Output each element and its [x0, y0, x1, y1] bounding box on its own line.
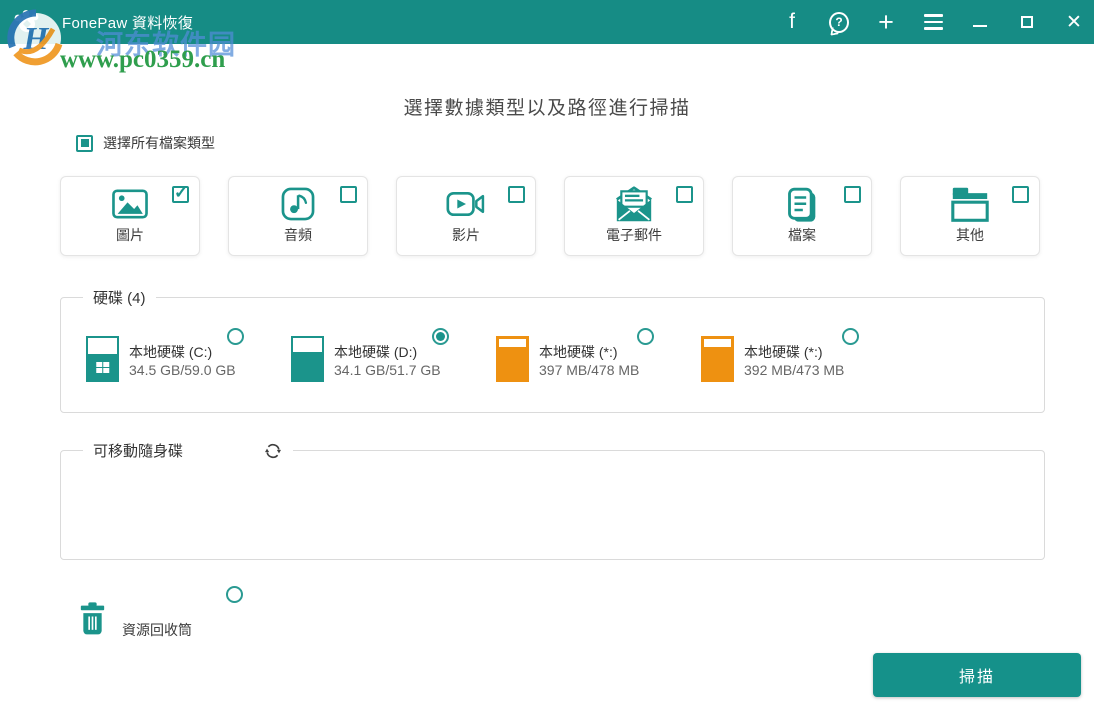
card-label: 電子郵件	[606, 227, 662, 243]
select-all-file-types[interactable]: 選擇所有檔案類型	[76, 133, 1094, 153]
refresh-icon[interactable]	[263, 441, 283, 461]
card-label: 影片	[452, 227, 480, 243]
document-icon	[782, 185, 822, 230]
select-all-checkbox[interactable]	[76, 134, 93, 152]
card-audio[interactable]: 音頻	[228, 176, 368, 256]
hdd-legend-text: 硬碟 (4)	[93, 290, 146, 307]
images-checkbox[interactable]	[172, 183, 189, 203]
file-type-cards: 圖片 音頻 影片	[60, 176, 1094, 256]
drive-name: 本地硬碟 (*:)	[539, 344, 618, 360]
drive-d[interactable]: 本地硬碟 (D:) 34.1 GB/51.7 GB	[291, 328, 496, 382]
drive-name: 本地硬碟 (C:)	[129, 344, 213, 360]
card-documents[interactable]: 檔案	[732, 176, 872, 256]
hdd-drive-list: 本地硬碟 (C:) 34.5 GB/59.0 GB 本地硬碟 (D:) 34.1…	[61, 298, 1044, 382]
video-icon	[445, 185, 487, 228]
hdd-section-legend: 硬碟 (4)	[83, 287, 156, 308]
hard-drive-icon	[291, 336, 324, 382]
drive-star-1-radio[interactable]	[637, 328, 654, 345]
card-other[interactable]: 其他	[900, 176, 1040, 256]
drive-capacity: 397 MB/478 MB	[539, 362, 640, 378]
watermark-site-url: www.pc0359.cn	[60, 46, 226, 73]
facebook-icon[interactable]: f	[782, 10, 802, 34]
recycle-bin-label: 資源回收筒	[122, 622, 192, 638]
pc0359-watermark-logo-icon: H	[7, 9, 65, 72]
select-all-label: 選擇所有檔案類型	[103, 135, 215, 151]
drive-c-radio[interactable]	[227, 328, 244, 345]
folder-icon	[948, 185, 992, 228]
removable-section: 可移動隨身碟	[60, 440, 1045, 560]
page-title: 選擇數據類型以及路徑進行掃描	[403, 98, 691, 119]
card-label: 檔案	[788, 227, 816, 243]
card-video[interactable]: 影片	[396, 176, 536, 256]
video-checkbox[interactable]	[508, 186, 525, 203]
drive-name: 本地硬碟 (D:)	[334, 344, 418, 360]
drive-star-2-radio[interactable]	[842, 328, 859, 345]
drive-star-2[interactable]: 本地硬碟 (*:) 392 MB/473 MB	[701, 328, 906, 382]
drive-name: 本地硬碟 (*:)	[744, 344, 823, 360]
other-checkbox[interactable]	[1012, 186, 1029, 203]
hard-drive-icon	[496, 336, 529, 382]
maximize-button[interactable]	[1017, 10, 1037, 34]
removable-section-legend: 可移動隨身碟	[83, 440, 294, 461]
audio-icon	[279, 185, 317, 228]
hard-drive-icon	[86, 336, 119, 382]
trash-icon	[80, 602, 105, 641]
windows-logo-icon	[95, 361, 110, 373]
plus-icon[interactable]: +	[876, 9, 896, 36]
email-icon	[612, 185, 656, 228]
documents-checkbox[interactable]	[844, 186, 861, 203]
drive-c[interactable]: 本地硬碟 (C:) 34.5 GB/59.0 GB	[86, 328, 291, 382]
hdd-section: 硬碟 (4) 本地硬碟 (C:) 34.5 GB/59.0 GB 本地硬碟 (D…	[60, 287, 1045, 413]
hard-drive-icon	[701, 336, 734, 382]
card-email[interactable]: 電子郵件	[564, 176, 704, 256]
image-icon	[110, 185, 150, 228]
help-question-glyph: ?	[829, 11, 849, 33]
drive-capacity: 34.1 GB/51.7 GB	[334, 362, 441, 378]
email-checkbox[interactable]	[676, 186, 693, 203]
card-label: 圖片	[116, 227, 144, 243]
drive-star-1[interactable]: 本地硬碟 (*:) 397 MB/478 MB	[496, 328, 701, 382]
close-button[interactable]: ✕	[1064, 10, 1084, 34]
help-icon[interactable]: ?	[829, 10, 849, 34]
recycle-bin-radio[interactable]	[226, 586, 243, 603]
minimize-button[interactable]	[970, 10, 990, 34]
scan-button[interactable]: 掃描	[873, 653, 1081, 697]
drive-d-radio[interactable]	[432, 328, 449, 345]
card-label: 音頻	[284, 227, 312, 243]
drive-capacity: 392 MB/473 MB	[744, 362, 845, 378]
hamburger-bars	[923, 14, 943, 30]
menu-icon[interactable]	[923, 10, 943, 34]
removable-legend-text: 可移動隨身碟	[93, 443, 184, 460]
card-images[interactable]: 圖片	[60, 176, 200, 256]
card-label: 其他	[956, 227, 984, 243]
drive-capacity: 34.5 GB/59.0 GB	[129, 362, 236, 378]
audio-checkbox[interactable]	[340, 186, 357, 203]
